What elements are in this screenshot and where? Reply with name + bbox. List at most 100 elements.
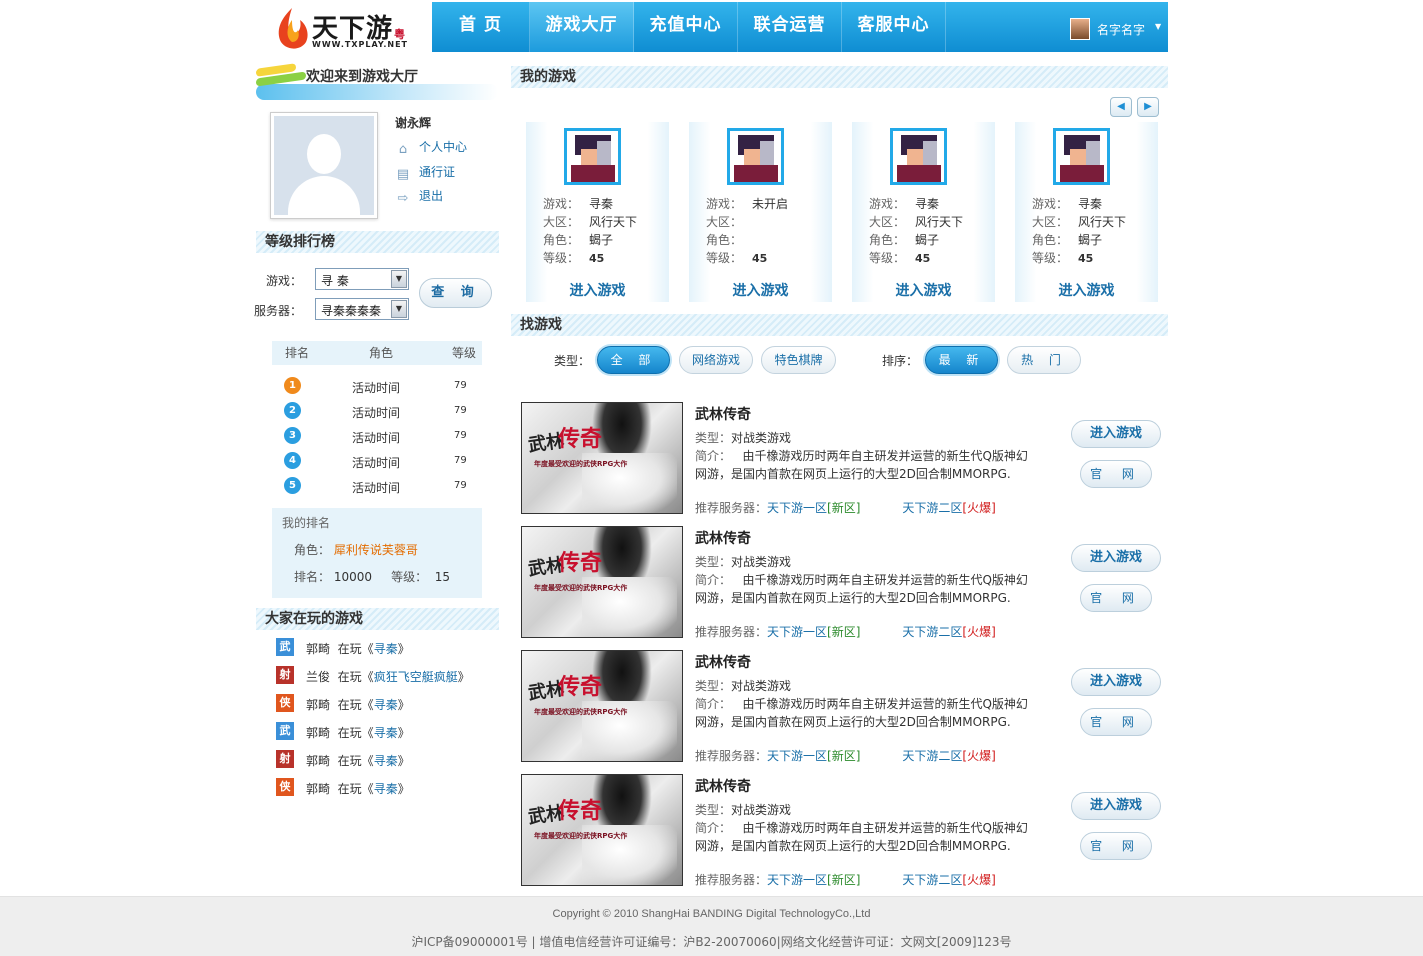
playing-game-link[interactable]: 疯狂飞空艇疯艇: [374, 670, 458, 684]
official-site-button[interactable]: 官 网: [1080, 584, 1152, 612]
game-title[interactable]: 武林传奇: [695, 652, 751, 672]
prev-arrow-icon[interactable]: ◀: [1110, 97, 1132, 117]
my-games-title: 我的游戏: [511, 66, 1168, 88]
card-game-label: 游戏：: [543, 197, 580, 211]
my-rank-title: 我的排名: [282, 516, 331, 530]
playing-game-link[interactable]: 寻秦: [374, 726, 398, 740]
server-2-tag: [火爆]: [962, 625, 996, 639]
playing-game-link[interactable]: 寻秦: [374, 698, 398, 712]
card-role-value: 蝎子: [589, 233, 614, 247]
card-level-line: 等级： 45: [543, 249, 604, 266]
game-cover-image[interactable]: 武林 传奇 年度最受欢迎的武侠RPG大作: [521, 402, 683, 514]
card-zone-value: 风行天下: [1078, 215, 1127, 229]
passport-link[interactable]: ▤ 通行证: [395, 163, 455, 182]
server-link-1[interactable]: 天下游一区[新区]: [767, 625, 860, 639]
server-link-2[interactable]: 天下游二区[火爆]: [902, 749, 995, 763]
site-logo[interactable]: 天下游 WWW.TXPLAY.NET 粤: [272, 4, 422, 56]
server-link-1[interactable]: 天下游一区[新区]: [767, 501, 860, 515]
game-type-label: 类型：: [695, 679, 732, 693]
official-site-button[interactable]: 官 网: [1080, 460, 1152, 488]
playing-game-link[interactable]: 寻秦: [374, 782, 398, 796]
game-select[interactable]: 寻 秦 ▼: [315, 268, 409, 290]
official-site-button[interactable]: 官 网: [1080, 708, 1152, 736]
game-desc: 简介： 由千橡游戏历时两年自主研发并运营的新生代Q版神幻网游，是国内首款在网页上…: [695, 819, 1035, 855]
sort-hot[interactable]: 热 门: [1007, 346, 1081, 374]
game-title[interactable]: 武林传奇: [695, 528, 751, 548]
server-2-tag: [火爆]: [962, 873, 996, 887]
enter-game-link[interactable]: 进入游戏: [526, 280, 669, 300]
game-avatar-icon[interactable]: [890, 128, 947, 185]
game-mini-icon: 武: [276, 638, 294, 656]
cover-tagline: 年度最受欢迎的武侠RPG大作: [534, 584, 628, 592]
game-avatar-icon[interactable]: [564, 128, 621, 185]
game-mini-icon: 射: [276, 666, 294, 684]
playing-text: 郭畸 在玩《寻秦》: [306, 642, 410, 656]
card-game-label: 游戏：: [869, 197, 906, 211]
logout-link[interactable]: ⇨ 退出: [395, 187, 443, 206]
playing-user: 郭畸: [306, 698, 331, 712]
enter-game-link[interactable]: 进入游戏: [689, 280, 832, 300]
next-arrow-icon[interactable]: ▶: [1137, 97, 1159, 117]
card-zone-label: 大区：: [543, 215, 580, 229]
game-cover-image[interactable]: 武林 传奇 年度最受欢迎的武侠RPG大作: [521, 526, 683, 638]
server-link-2[interactable]: 天下游二区[火爆]: [902, 501, 995, 515]
playing-game-link[interactable]: 寻秦: [374, 642, 398, 656]
user-name: 谢永辉: [395, 116, 432, 130]
my-game-card: 游戏： 寻秦 大区： 风行天下 角色： 蝎子 等级： 45 进入游戏: [526, 122, 669, 302]
type-filter-chess[interactable]: 特色棋牌: [761, 346, 836, 374]
game-cover-image[interactable]: 武林 传奇 年度最受欢迎的武侠RPG大作: [521, 774, 683, 886]
card-role-line: 角色： 蝎子: [1032, 231, 1102, 248]
enter-game-button[interactable]: 进入游戏: [1071, 668, 1161, 696]
game-type-label: 类型：: [695, 803, 732, 817]
server-select[interactable]: 寻秦秦秦秦 ▼: [315, 298, 409, 320]
game-type: 类型：对战类游戏: [695, 801, 791, 818]
personal-center-link[interactable]: ⌂ 个人中心: [395, 138, 467, 157]
game-desc-value: 由千橡游戏历时两年自主研发并运营的新生代Q版神幻网游，是国内首款在网页上运行的大…: [695, 821, 1028, 853]
rank-role: 活动时间: [352, 406, 401, 420]
game-avatar-icon[interactable]: [1053, 128, 1110, 185]
server-link-2[interactable]: 天下游二区[火爆]: [902, 625, 995, 639]
card-level-value: 45: [915, 252, 931, 265]
game-avatar-icon[interactable]: [727, 128, 784, 185]
query-button[interactable]: 查 询: [419, 278, 492, 308]
server-link-1[interactable]: 天下游一区[新区]: [767, 749, 860, 763]
game-cover-image[interactable]: 武林 传奇 年度最受欢迎的武侠RPG大作: [521, 650, 683, 762]
server-link-2[interactable]: 天下游二区[火爆]: [902, 873, 995, 887]
playing-text: 兰俊 在玩《疯狂飞空艇疯艇》: [306, 670, 470, 684]
type-filter-online[interactable]: 网络游戏: [679, 346, 753, 374]
game-desc-label: 简介：: [695, 697, 732, 711]
game-desc: 简介： 由千橡游戏历时两年自主研发并运营的新生代Q版神幻网游，是国内首款在网页上…: [695, 695, 1035, 731]
game-type-value: 对战类游戏: [731, 679, 792, 693]
card-game-value: 寻秦: [1078, 197, 1103, 211]
game-list-item: 武林 传奇 年度最受欢迎的武侠RPG大作 武林传奇 类型：对战类游戏 简介： 由千橡游戏历…: [521, 526, 1161, 639]
official-site-button[interactable]: 官 网: [1080, 832, 1152, 860]
server-2-name: 天下游二区: [902, 873, 963, 887]
nav-home[interactable]: 首 页: [432, 2, 530, 52]
type-filter-all[interactable]: 全 部: [597, 346, 670, 374]
playing-user: 郭畸: [306, 642, 331, 656]
rank-role: 活动时间: [352, 431, 401, 445]
playing-item: 武郭畸 在玩《寻秦》: [276, 721, 496, 741]
nav-recharge[interactable]: 充值中心: [634, 2, 738, 52]
server-2-name: 天下游二区: [902, 501, 963, 515]
rank-role: 活动时间: [352, 481, 401, 495]
game-list-item: 武林 传奇 年度最受欢迎的武侠RPG大作 武林传奇 类型：对战类游戏 简介： 由千橡游戏历…: [521, 402, 1161, 515]
enter-game-button[interactable]: 进入游戏: [1071, 544, 1161, 572]
nav-customer-service[interactable]: 客服中心: [842, 2, 946, 52]
sort-label: 排序：: [882, 354, 919, 368]
enter-game-link[interactable]: 进入游戏: [1015, 280, 1158, 300]
my-rank-stats-line: 排名： 10000 等级： 15: [294, 568, 450, 585]
enter-game-button[interactable]: 进入游戏: [1071, 792, 1161, 820]
nav-joint-operation[interactable]: 联合运营: [738, 2, 842, 52]
enter-game-button[interactable]: 进入游戏: [1071, 420, 1161, 448]
welcome-stripe: [256, 84, 498, 100]
playing-game-link[interactable]: 寻秦: [374, 754, 398, 768]
footer: Copyright © 2010 ShangHai BANDING Digita…: [0, 896, 1423, 956]
nav-game-hall[interactable]: 游戏大厅: [530, 2, 634, 52]
sort-newest[interactable]: 最 新: [925, 346, 998, 374]
game-title[interactable]: 武林传奇: [695, 404, 751, 424]
server-link-1[interactable]: 天下游一区[新区]: [767, 873, 860, 887]
game-title[interactable]: 武林传奇: [695, 776, 751, 796]
enter-game-link[interactable]: 进入游戏: [852, 280, 995, 300]
user-menu[interactable]: 名字名字 ▼: [1070, 16, 1166, 40]
